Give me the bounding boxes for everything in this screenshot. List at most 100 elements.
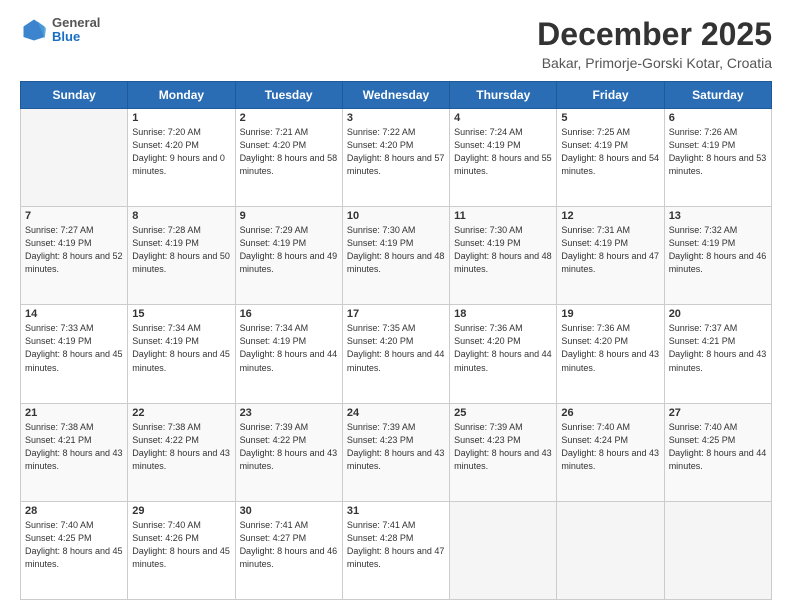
day-number: 23 [240,407,338,419]
week-row-1: 1 Sunrise: 7:20 AMSunset: 4:20 PMDaylight… [21,109,772,207]
day-number: 9 [240,210,338,222]
logo-icon [20,16,48,44]
day-number: 12 [561,210,659,222]
cell-info: Sunrise: 7:41 AMSunset: 4:27 PMDaylight:… [240,519,338,571]
cell-info: Sunrise: 7:25 AMSunset: 4:19 PMDaylight:… [561,126,659,178]
cell-info: Sunrise: 7:32 AMSunset: 4:19 PMDaylight:… [669,224,767,276]
day-number: 4 [454,112,552,124]
day-number: 16 [240,308,338,320]
cell-info: Sunrise: 7:34 AMSunset: 4:19 PMDaylight:… [240,322,338,374]
calendar-cell: 18 Sunrise: 7:36 AMSunset: 4:20 PMDayligh… [450,305,557,403]
calendar-cell: 23 Sunrise: 7:39 AMSunset: 4:22 PMDayligh… [235,403,342,501]
day-number: 1 [132,112,230,124]
day-number: 15 [132,308,230,320]
cell-info: Sunrise: 7:26 AMSunset: 4:19 PMDaylight:… [669,126,767,178]
day-number: 2 [240,112,338,124]
day-header-wednesday: Wednesday [342,82,449,109]
calendar-cell: 12 Sunrise: 7:31 AMSunset: 4:19 PMDayligh… [557,207,664,305]
calendar-cell: 16 Sunrise: 7:34 AMSunset: 4:19 PMDayligh… [235,305,342,403]
day-header-saturday: Saturday [664,82,771,109]
day-number: 31 [347,505,445,517]
day-number: 21 [25,407,123,419]
day-number: 13 [669,210,767,222]
calendar-cell: 21 Sunrise: 7:38 AMSunset: 4:21 PMDayligh… [21,403,128,501]
day-number: 7 [25,210,123,222]
cell-info: Sunrise: 7:30 AMSunset: 4:19 PMDaylight:… [347,224,445,276]
calendar-cell: 20Sunrise: 7:37 AMSunset: 4:21 PMDayligh… [664,305,771,403]
logo-text: General Blue [52,16,100,45]
cell-info: Sunrise: 7:37 AMSunset: 4:21 PMDaylight:… [669,322,767,374]
calendar-cell: 10Sunrise: 7:30 AMSunset: 4:19 PMDayligh… [342,207,449,305]
cell-info: Sunrise: 7:34 AMSunset: 4:19 PMDaylight:… [132,322,230,374]
calendar-cell: 9 Sunrise: 7:29 AMSunset: 4:19 PMDaylight… [235,207,342,305]
day-number: 3 [347,112,445,124]
calendar-cell [664,501,771,599]
cell-info: Sunrise: 7:41 AMSunset: 4:28 PMDaylight:… [347,519,445,571]
cell-info: Sunrise: 7:33 AMSunset: 4:19 PMDaylight:… [25,322,123,374]
cell-info: Sunrise: 7:38 AMSunset: 4:21 PMDaylight:… [25,421,123,473]
calendar-cell: 2 Sunrise: 7:21 AMSunset: 4:20 PMDaylight… [235,109,342,207]
cell-info: Sunrise: 7:28 AMSunset: 4:19 PMDaylight:… [132,224,230,276]
calendar-cell: 15 Sunrise: 7:34 AMSunset: 4:19 PMDayligh… [128,305,235,403]
cell-info: Sunrise: 7:20 AMSunset: 4:20 PMDaylight:… [132,126,230,178]
calendar-cell: 14 Sunrise: 7:33 AMSunset: 4:19 PMDayligh… [21,305,128,403]
page: General Blue December 2025 Bakar, Primor… [0,0,792,612]
day-number: 6 [669,112,767,124]
cell-info: Sunrise: 7:40 AMSunset: 4:25 PMDaylight:… [669,421,767,473]
cell-info: Sunrise: 7:39 AMSunset: 4:22 PMDaylight:… [240,421,338,473]
calendar-cell: 11Sunrise: 7:30 AMSunset: 4:19 PMDayligh… [450,207,557,305]
day-number: 25 [454,407,552,419]
week-row-3: 14 Sunrise: 7:33 AMSunset: 4:19 PMDayligh… [21,305,772,403]
week-row-5: 28 Sunrise: 7:40 AMSunset: 4:25 PMDayligh… [21,501,772,599]
calendar-cell: 13 Sunrise: 7:32 AMSunset: 4:19 PMDayligh… [664,207,771,305]
calendar-cell: 17 Sunrise: 7:35 AMSunset: 4:20 PMDayligh… [342,305,449,403]
location: Bakar, Primorje-Gorski Kotar, Croatia [537,55,772,71]
cell-info: Sunrise: 7:38 AMSunset: 4:22 PMDaylight:… [132,421,230,473]
cell-info: Sunrise: 7:40 AMSunset: 4:25 PMDaylight:… [25,519,123,571]
calendar-cell: 7Sunrise: 7:27 AMSunset: 4:19 PMDaylight… [21,207,128,305]
calendar-cell [21,109,128,207]
day-number: 19 [561,308,659,320]
calendar-cell: 26 Sunrise: 7:40 AMSunset: 4:24 PMDayligh… [557,403,664,501]
calendar-cell: 30Sunrise: 7:41 AMSunset: 4:27 PMDayligh… [235,501,342,599]
cell-info: Sunrise: 7:40 AMSunset: 4:26 PMDaylight:… [132,519,230,571]
calendar-cell [450,501,557,599]
logo-blue-text: Blue [52,30,100,44]
calendar-cell: 31 Sunrise: 7:41 AMSunset: 4:28 PMDayligh… [342,501,449,599]
day-number: 5 [561,112,659,124]
day-number: 8 [132,210,230,222]
calendar-table: SundayMondayTuesdayWednesdayThursdayFrid… [20,81,772,600]
cell-info: Sunrise: 7:31 AMSunset: 4:19 PMDaylight:… [561,224,659,276]
day-number: 22 [132,407,230,419]
day-header-tuesday: Tuesday [235,82,342,109]
cell-info: Sunrise: 7:35 AMSunset: 4:20 PMDaylight:… [347,322,445,374]
cell-info: Sunrise: 7:22 AMSunset: 4:20 PMDaylight:… [347,126,445,178]
day-number: 17 [347,308,445,320]
cell-info: Sunrise: 7:29 AMSunset: 4:19 PMDaylight:… [240,224,338,276]
calendar-cell: 8 Sunrise: 7:28 AMSunset: 4:19 PMDaylight… [128,207,235,305]
month-title: December 2025 [537,16,772,53]
cell-info: Sunrise: 7:21 AMSunset: 4:20 PMDaylight:… [240,126,338,178]
day-number: 26 [561,407,659,419]
calendar-cell: 1 Sunrise: 7:20 AMSunset: 4:20 PMDaylight… [128,109,235,207]
week-row-2: 7Sunrise: 7:27 AMSunset: 4:19 PMDaylight… [21,207,772,305]
calendar-cell: 4Sunrise: 7:24 AMSunset: 4:19 PMDaylight… [450,109,557,207]
day-header-sunday: Sunday [21,82,128,109]
day-header-friday: Friday [557,82,664,109]
cell-info: Sunrise: 7:39 AMSunset: 4:23 PMDaylight:… [347,421,445,473]
cell-info: Sunrise: 7:40 AMSunset: 4:24 PMDaylight:… [561,421,659,473]
day-number: 18 [454,308,552,320]
day-number: 27 [669,407,767,419]
day-number: 14 [25,308,123,320]
header: General Blue December 2025 Bakar, Primor… [20,16,772,71]
calendar-cell: 19Sunrise: 7:36 AMSunset: 4:20 PMDayligh… [557,305,664,403]
calendar-cell: 27 Sunrise: 7:40 AMSunset: 4:25 PMDayligh… [664,403,771,501]
calendar-cell: 3 Sunrise: 7:22 AMSunset: 4:20 PMDaylight… [342,109,449,207]
calendar-cell: 28 Sunrise: 7:40 AMSunset: 4:25 PMDayligh… [21,501,128,599]
calendar-cell: 24Sunrise: 7:39 AMSunset: 4:23 PMDayligh… [342,403,449,501]
cell-info: Sunrise: 7:36 AMSunset: 4:20 PMDaylight:… [454,322,552,374]
cell-info: Sunrise: 7:30 AMSunset: 4:19 PMDaylight:… [454,224,552,276]
title-block: December 2025 Bakar, Primorje-Gorski Kot… [537,16,772,71]
day-number: 28 [25,505,123,517]
calendar-cell: 5 Sunrise: 7:25 AMSunset: 4:19 PMDaylight… [557,109,664,207]
